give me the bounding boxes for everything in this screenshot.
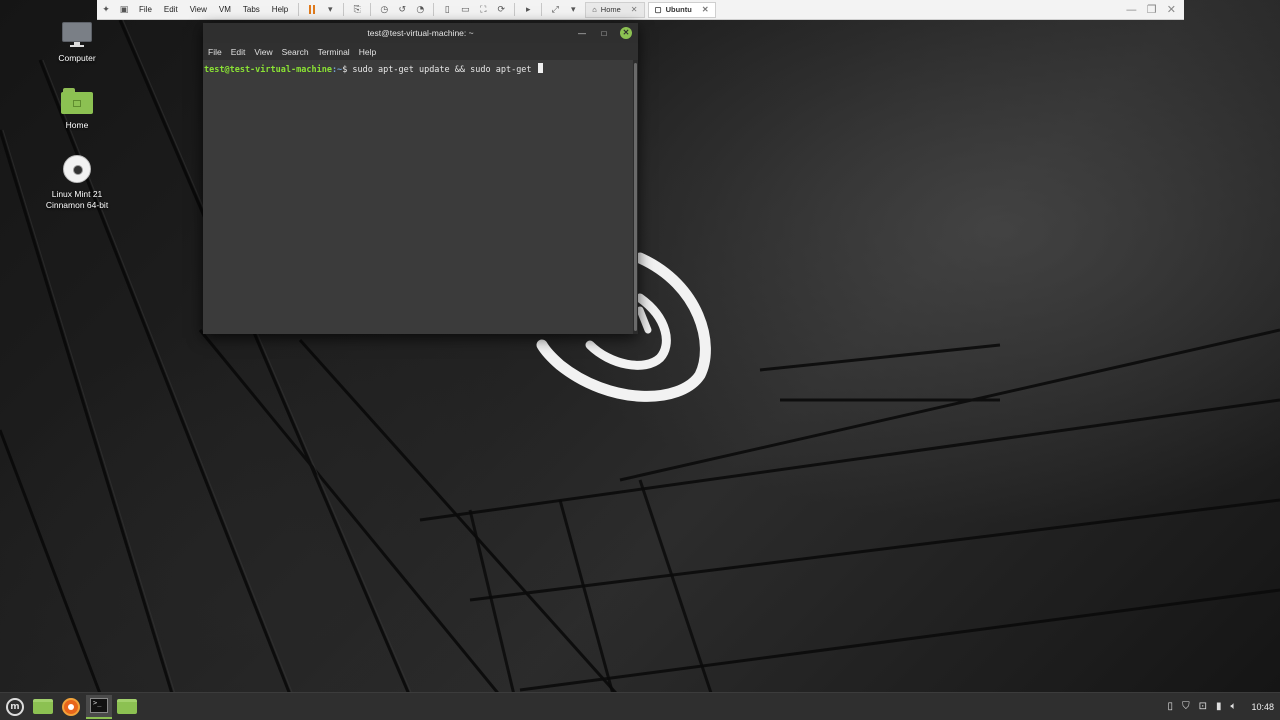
terminal-menu-search[interactable]: Search	[279, 47, 313, 57]
vm-menu-help[interactable]: Help	[266, 5, 294, 14]
snapshot-manager-icon[interactable]: ◔	[414, 4, 426, 16]
mint-menu-icon: m	[6, 697, 24, 716]
shield-icon[interactable]: ⛉	[1182, 701, 1190, 712]
maximize-icon[interactable]: ❐	[1147, 3, 1157, 16]
vm-toolbar: ✦ ▣ File Edit View VM Tabs Help ▾ ⎘ ◷ ↺ …	[97, 0, 1184, 20]
desktop-icon-label: Home	[65, 120, 89, 130]
terminal-output[interactable]: test@test-virtual-machine:~$ sudo apt-ge…	[203, 60, 633, 334]
home-icon: ⌂	[592, 5, 597, 14]
home-folder-icon	[61, 88, 93, 114]
terminal-menu-view[interactable]: View	[251, 47, 276, 57]
text-cursor	[537, 63, 543, 73]
maximize-icon[interactable]: □	[598, 29, 610, 38]
unity-icon[interactable]: ⟳	[495, 4, 507, 16]
command-text: sudo apt-get update && sudo apt-get	[347, 65, 537, 75]
vm-menu-file[interactable]: File	[133, 5, 158, 14]
chevron-down-icon[interactable]: ▾	[324, 4, 336, 16]
terminal-window-controls: — □ ✕	[576, 27, 632, 39]
terminal-menu-file[interactable]: File	[205, 47, 226, 57]
desktop-icon-computer[interactable]: Computer	[32, 22, 122, 64]
toolbar-divider	[343, 3, 345, 16]
firefox-icon	[62, 697, 80, 716]
network-icon[interactable]: ⊡	[1199, 701, 1207, 712]
pin-icon[interactable]: ✦	[100, 4, 112, 16]
vm-tab-ubuntu[interactable]: ▢ Ubuntu ✕	[647, 1, 716, 18]
disc-icon	[63, 155, 91, 183]
vm-tab-label: Ubuntu	[665, 5, 692, 14]
sidebar-toggle-icon[interactable]: ▯	[441, 4, 453, 16]
vm-window-controls: — ❐ ✕	[1126, 3, 1184, 16]
vm-menu-edit[interactable]: Edit	[158, 5, 184, 14]
files-launcher[interactable]	[30, 695, 56, 719]
snapshot-icon[interactable]: ◷	[378, 4, 390, 16]
close-icon[interactable]: ✕	[620, 27, 632, 39]
wallpaper-pattern	[0, 19, 1280, 720]
files-icon	[33, 699, 53, 714]
close-icon[interactable]: ✕	[1167, 3, 1176, 16]
terminal-icon: >_	[90, 698, 108, 713]
clock[interactable]: 10:48	[1251, 702, 1274, 712]
terminal-titlebar[interactable]: test@test-virtual-machine: ~ — □ ✕	[203, 23, 638, 43]
terminal-menubar: File Edit View Search Terminal Help	[203, 43, 638, 60]
terminal-window[interactable]: test@test-virtual-machine: ~ — □ ✕ File …	[203, 23, 638, 334]
fullscreen-icon[interactable]: ⛶	[477, 4, 489, 16]
thumbnail-icon[interactable]: ▭	[459, 4, 471, 16]
terminal-menu-help[interactable]: Help	[356, 47, 380, 57]
vm-menu-view[interactable]: View	[184, 5, 213, 14]
send-keys-icon[interactable]: ⎘	[351, 4, 363, 16]
vm-tab-label: Home	[600, 5, 621, 14]
toolbar-divider	[298, 3, 300, 16]
prompt-path: :~	[331, 65, 343, 75]
close-icon[interactable]: ✕	[702, 5, 709, 14]
terminal-menu-terminal[interactable]: Terminal	[315, 47, 354, 57]
console-icon[interactable]: ▸	[522, 4, 534, 16]
chevron-down-icon[interactable]: ▾	[567, 4, 579, 16]
minimize-icon[interactable]: —	[1126, 3, 1137, 16]
desktop-icon-label: Linux Mint 21 Cinnamon 64-bit	[45, 189, 109, 210]
desktop-icon-home[interactable]: Home	[32, 88, 122, 131]
desktop-icon-label: Computer	[58, 53, 96, 63]
toolbar-divider	[541, 3, 543, 16]
minimize-icon[interactable]: —	[576, 29, 588, 38]
vm-menu-tabs[interactable]: Tabs	[237, 5, 266, 14]
computer-icon	[62, 22, 92, 48]
revert-snapshot-icon[interactable]: ↺	[396, 4, 408, 16]
volume-icon[interactable]: 🔈︎	[1230, 701, 1236, 712]
terminal-menu-edit[interactable]: Edit	[228, 47, 250, 57]
terminal-taskbar-button[interactable]: >_	[86, 694, 112, 719]
files-icon	[117, 699, 137, 714]
desktop-wallpaper	[0, 0, 1280, 720]
toolbar-divider	[370, 3, 372, 16]
mint-menu-button[interactable]: m	[2, 695, 28, 719]
pause-icon[interactable]	[306, 4, 318, 16]
vm-tab-home[interactable]: ⌂ Home ✕	[585, 1, 645, 18]
stretch-icon[interactable]: ⤢	[549, 4, 561, 16]
library-icon[interactable]: ▣	[118, 4, 130, 16]
system-tray: ▯ ⛉ ⊡ ▮ 🔈︎ 10:48	[1168, 701, 1280, 712]
firefox-launcher[interactable]	[58, 695, 84, 719]
battery-icon[interactable]: ▮	[1216, 701, 1222, 712]
files-taskbar-button[interactable]	[114, 695, 140, 719]
vm-menu-vm[interactable]: VM	[213, 5, 237, 14]
vm-icon: ▢	[654, 5, 662, 14]
toolbar-divider	[433, 3, 435, 16]
toolbar-divider	[514, 3, 516, 16]
close-icon[interactable]: ✕	[631, 5, 638, 14]
desktop-icon-install-disc[interactable]: Linux Mint 21 Cinnamon 64-bit	[32, 155, 122, 211]
taskbar: m >_ ▯ ⛉ ⊡ ▮ 🔈︎ 10:48	[0, 692, 1280, 720]
terminal-title: test@test-virtual-machine: ~	[367, 28, 474, 38]
terminal-scrollbar[interactable]	[633, 60, 638, 334]
prompt-user: test@test-virtual-machine	[204, 65, 332, 75]
clipboard-icon[interactable]: ▯	[1168, 701, 1174, 712]
